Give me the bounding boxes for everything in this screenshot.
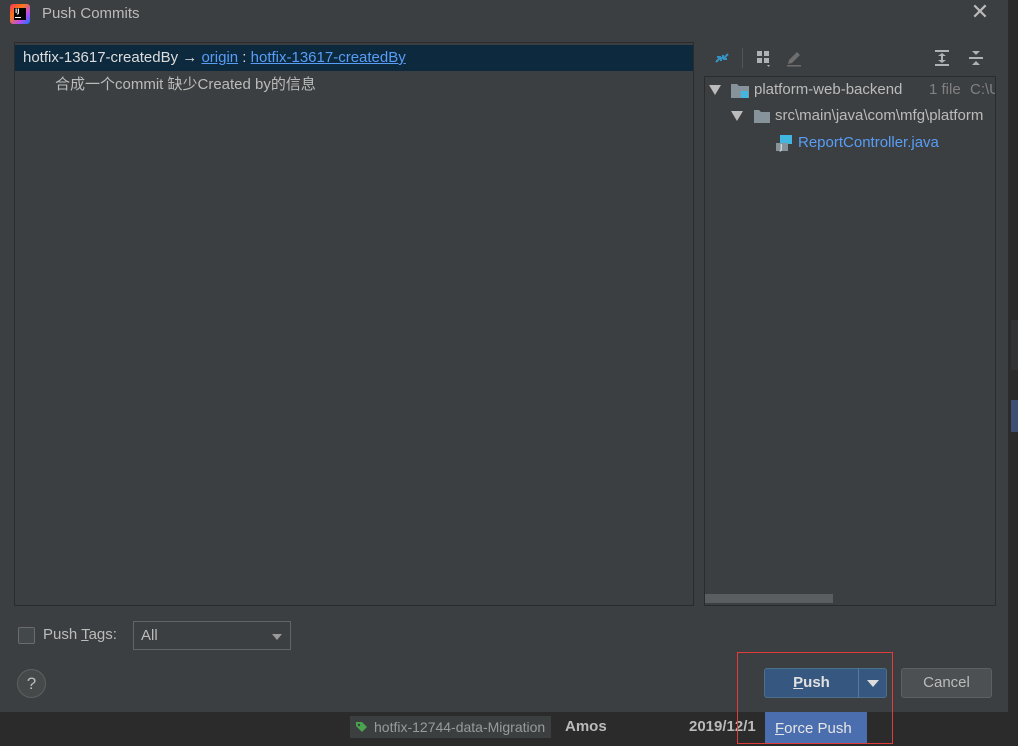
background-date: 2019/12/1 [689, 718, 756, 735]
background-tag-chip: hotfix-12744-data-Migration [350, 716, 552, 738]
commit-item[interactable]: 合成一个commit 缺少Created by的信息 [15, 73, 693, 99]
tag-icon [356, 722, 367, 732]
commits-panel: hotfix-13617-createdBy → origin : hotfix… [14, 42, 694, 606]
help-button[interactable]: ? [17, 669, 46, 698]
intellij-logo-icon: IJ [10, 4, 30, 24]
title-bar: IJ Push Commits ✕ [0, 0, 1018, 28]
cancel-button[interactable]: Cancel [901, 668, 992, 698]
expand-triangle-icon[interactable] [731, 111, 743, 121]
close-icon[interactable]: ✕ [969, 2, 991, 24]
local-branch-name: hotfix-13617-createdBy [23, 49, 179, 66]
directory-path: src\main\java\com\mfg\platform [775, 107, 984, 124]
arrow-icon: → [182, 49, 198, 66]
module-folder-icon [731, 84, 749, 98]
background-author: Amos [565, 718, 607, 735]
branch-row[interactable]: hotfix-13617-createdBy → origin : hotfix… [15, 45, 693, 71]
folder-icon [754, 110, 770, 123]
collapse-all-icon[interactable] [964, 46, 988, 70]
tree-directory-row[interactable]: src\main\java\com\mfg\platform [705, 103, 995, 129]
java-class-file-icon: J [776, 135, 792, 152]
changes-tree-panel: platform-web-backend 1 file C:\Us src\ma… [704, 76, 996, 606]
file-name: ReportController.java [798, 134, 939, 151]
background-tag-name: hotfix-12744-data-Migration [374, 719, 546, 735]
chevron-down-icon [867, 680, 879, 687]
push-tags-label: Push Tags: [43, 626, 117, 643]
push-tags-select[interactable]: All [133, 621, 291, 650]
remote-separator: : [242, 49, 247, 66]
edit-icon[interactable] [782, 46, 806, 70]
module-name: platform-web-backend [754, 81, 903, 98]
push-button[interactable]: Push [764, 668, 858, 698]
sync-icon[interactable] [710, 46, 734, 70]
commit-message: 合成一个commit 缺少Created by的信息 [55, 76, 316, 93]
expand-triangle-icon[interactable] [709, 85, 721, 95]
force-push-menu-item[interactable]: Force Push [764, 712, 867, 744]
module-path: C:\Us [970, 81, 995, 98]
toolbar-separator [742, 48, 743, 68]
changes-toolbar [704, 44, 996, 72]
chevron-down-icon [272, 634, 282, 640]
remote-branch-link[interactable]: hotfix-13617-createdBy [251, 49, 406, 66]
push-tags-checkbox[interactable] [18, 627, 35, 644]
module-file-count: 1 file [929, 81, 961, 98]
push-options-dropdown[interactable] [858, 668, 887, 698]
expand-all-icon[interactable] [930, 46, 954, 70]
tree-file-row[interactable]: J ReportController.java [705, 130, 995, 156]
dialog-title: Push Commits [42, 5, 140, 22]
push-commits-dialog: IJ Push Commits ✕ hotfix-13617-createdBy… [0, 0, 1018, 712]
horizontal-scrollbar[interactable] [705, 594, 833, 603]
push-tags-selected: All [141, 627, 158, 644]
svg-text:J: J [779, 143, 782, 152]
background-window-edge [1008, 0, 1018, 712]
tree-module-row[interactable]: platform-web-backend 1 file C:\Us [705, 77, 995, 103]
remote-link[interactable]: origin [201, 49, 238, 66]
group-by-icon[interactable] [752, 46, 776, 70]
